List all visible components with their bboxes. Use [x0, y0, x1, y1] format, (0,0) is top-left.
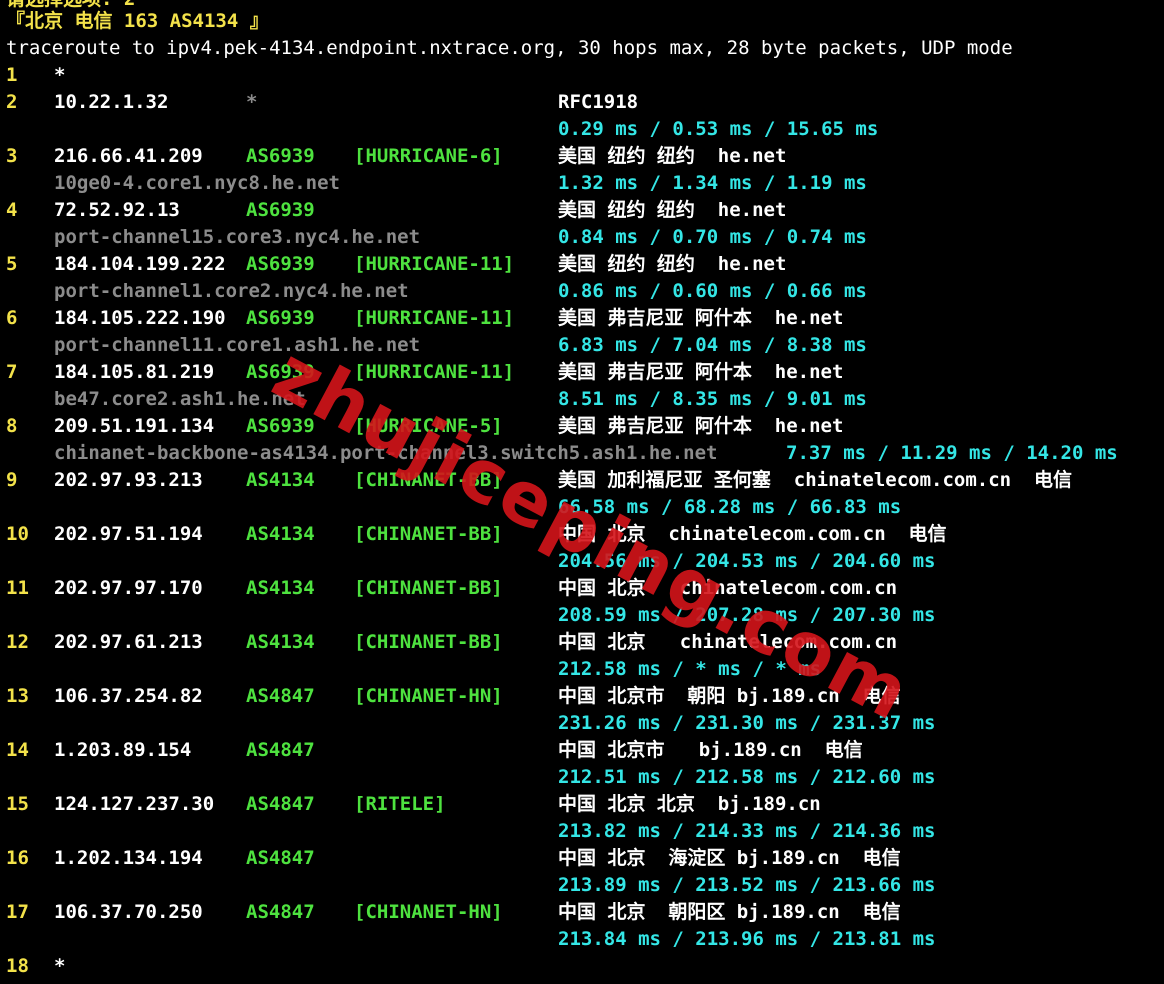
terminal-window[interactable]: 请选择选项: 2 『北京 电信 163 AS4134 』 traceroute … [0, 0, 1164, 984]
hop-tag: [HURRICANE-6] [354, 145, 503, 167]
hop-geo: 美国 加利福尼亚 圣何塞 chinatelecom.com.cn 电信 [558, 469, 1072, 491]
hop-rtt: 0.86 ms / 0.60 ms / 0.66 ms [558, 280, 867, 302]
hop-geo: 美国 纽约 纽约 he.net [558, 199, 787, 221]
hop-ip: 106.37.254.82 [54, 685, 203, 707]
hop-number: 11 [6, 577, 29, 599]
hop-number: 6 [6, 307, 18, 329]
hop-asn: AS4847 [246, 685, 315, 707]
hop-asn: AS4134 [246, 631, 315, 653]
hop-geo: 中国 北京 海淀区 bj.189.cn 电信 [558, 847, 901, 869]
hop-number: 7 [6, 361, 18, 383]
hop-ip: 124.127.237.30 [54, 793, 215, 815]
hop-ip: 184.104.199.222 [54, 253, 226, 275]
hop-number: 16 [6, 847, 29, 869]
hop-tag: [CHINANET-BB] [354, 523, 503, 545]
hop-ip: 184.105.81.219 [54, 361, 215, 383]
hop-ip: 202.97.61.213 [54, 631, 203, 653]
hop-asn: AS4847 [246, 847, 315, 869]
hop-ip: * [54, 64, 66, 86]
hop-asn: AS6939 [246, 307, 315, 329]
hop-number: 14 [6, 739, 29, 761]
hop-rtt: 0.29 ms / 0.53 ms / 15.65 ms [558, 118, 879, 140]
hop-geo: 美国 纽约 纽约 he.net [558, 253, 787, 275]
hop-ip: 10.22.1.32 [54, 91, 169, 113]
hop-asn: AS6939 [246, 253, 315, 275]
hop-ip: 202.97.51.194 [54, 523, 203, 545]
hop-ip: 1.202.134.194 [54, 847, 203, 869]
hop-number: 3 [6, 145, 18, 167]
hop-number: 2 [6, 91, 18, 113]
hop-geo: 美国 纽约 纽约 he.net [558, 145, 787, 167]
hop-number: 9 [6, 469, 18, 491]
hop-ip: 106.37.70.250 [54, 901, 203, 923]
hop-asn: AS6939 [246, 199, 315, 221]
hop-number: 12 [6, 631, 29, 653]
header-title: 『北京 电信 163 AS4134 』 [6, 10, 269, 32]
hop-number: 17 [6, 901, 29, 923]
hop-number: 1 [6, 64, 18, 86]
hop-rdns: port-channel1.core2.nyc4.he.net [54, 280, 409, 302]
hop-ip: 72.52.92.13 [54, 199, 180, 221]
hop-geo: 美国 弗吉尼亚 阿什本 he.net [558, 361, 844, 383]
hop-rdns: port-channel15.core3.nyc4.he.net [54, 226, 421, 248]
hop-geo: 中国 北京 北京 bj.189.cn [558, 793, 821, 815]
hop-rdns: 10ge0-4.core1.nyc8.he.net [54, 172, 340, 194]
hop-number: 18 [6, 955, 29, 977]
hop-asn: AS6939 [246, 145, 315, 167]
hop-ip: 184.105.222.190 [54, 307, 226, 329]
hop-tag: [CHINANET-HN] [354, 901, 503, 923]
hop-rtt: 6.83 ms / 7.04 ms / 8.38 ms [558, 334, 867, 356]
hop-asn: * [246, 91, 258, 113]
hop-asn: AS4134 [246, 577, 315, 599]
hop-rtt: 213.84 ms / 213.96 ms / 213.81 ms [558, 928, 936, 950]
hop-tag: [HURRICANE-11] [354, 253, 515, 275]
hop-geo: 美国 弗吉尼亚 阿什本 he.net [558, 415, 844, 437]
hop-tag: [CHINANET-BB] [354, 577, 503, 599]
hop-rtt: 1.32 ms / 1.34 ms / 1.19 ms [558, 172, 867, 194]
hop-rdns: port-channel11.core1.ash1.he.net [54, 334, 421, 356]
traceroute-command-line: traceroute to ipv4.pek-4134.endpoint.nxt… [6, 37, 1013, 59]
hop-ip: * [54, 955, 66, 977]
hop-rtt: 7.37 ms / 11.29 ms / 14.20 ms [786, 442, 1118, 464]
hop-asn: AS4847 [246, 901, 315, 923]
hop-rtt: 213.82 ms / 214.33 ms / 214.36 ms [558, 820, 936, 842]
hop-asn: AS4134 [246, 523, 315, 545]
hop-number: 4 [6, 199, 18, 221]
hop-rtt: 8.51 ms / 8.35 ms / 9.01 ms [558, 388, 867, 410]
hop-geo: 中国 北京 朝阳区 bj.189.cn 电信 [558, 901, 901, 923]
hop-ip: 202.97.97.170 [54, 577, 203, 599]
hop-asn: AS4134 [246, 469, 315, 491]
hop-tag: [RITELE] [354, 793, 446, 815]
hop-ip: 216.66.41.209 [54, 145, 203, 167]
hop-ip: 209.51.191.134 [54, 415, 215, 437]
hop-number: 10 [6, 523, 29, 545]
hop-tag: [CHINANET-BB] [354, 631, 503, 653]
hop-ip: 1.203.89.154 [54, 739, 192, 761]
hop-ip: 202.97.93.213 [54, 469, 203, 491]
hop-rtt: 213.89 ms / 213.52 ms / 213.66 ms [558, 874, 936, 896]
hop-tag: [CHINANET-HN] [354, 685, 503, 707]
hop-asn: AS4847 [246, 793, 315, 815]
hop-asn: AS4847 [246, 739, 315, 761]
hop-number: 8 [6, 415, 18, 437]
hop-rtt: 0.84 ms / 0.70 ms / 0.74 ms [558, 226, 867, 248]
hop-geo: RFC1918 [558, 91, 639, 113]
hop-number: 13 [6, 685, 29, 707]
hop-geo: 美国 弗吉尼亚 阿什本 he.net [558, 307, 844, 329]
hop-tag: [HURRICANE-11] [354, 307, 515, 329]
hop-rtt: 212.51 ms / 212.58 ms / 212.60 ms [558, 766, 936, 788]
hop-geo: 中国 北京市 bj.189.cn 电信 [558, 739, 863, 761]
hop-number: 5 [6, 253, 18, 275]
hop-number: 15 [6, 793, 29, 815]
